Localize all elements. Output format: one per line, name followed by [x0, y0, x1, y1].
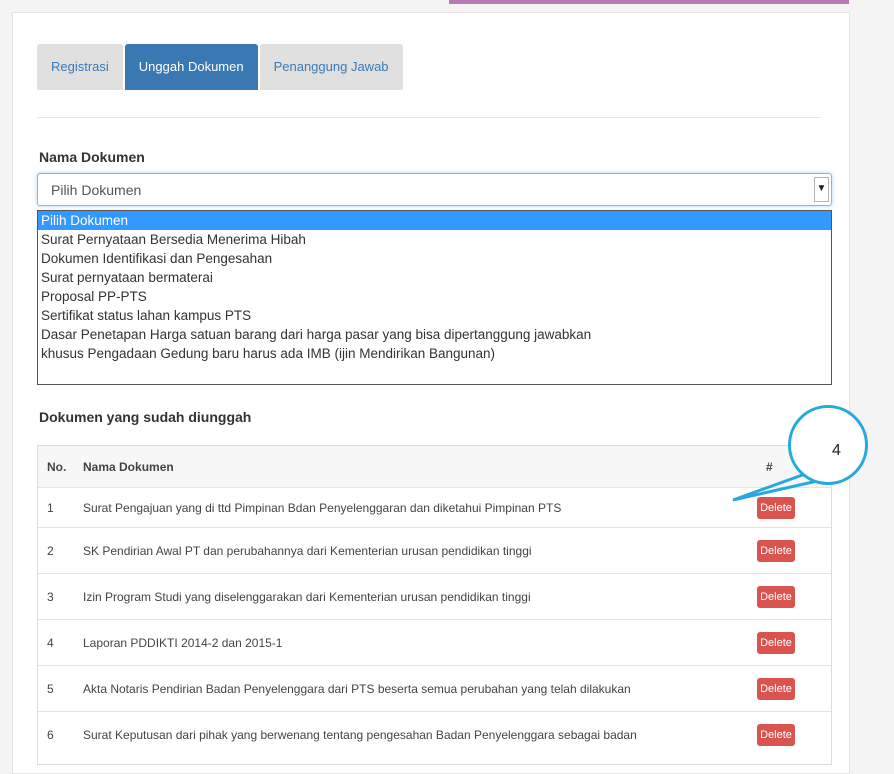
document-dropdown-list: Pilih Dokumen Surat Pernyataan Bersedia … [37, 210, 832, 385]
table-row: 2 SK Pendirian Awal PT dan perubahannya … [38, 527, 831, 574]
dropdown-option[interactable]: khusus Pengadaan Gedung baru harus ada I… [38, 344, 831, 363]
uploaded-documents-table: No. Nama Dokumen # 1 Surat Pengajuan yan… [37, 445, 832, 765]
row-document-name: SK Pendirian Awal PT dan perubahannya da… [83, 544, 532, 558]
nama-dokumen-select[interactable]: Pilih Dokumen ▼ [37, 173, 832, 206]
dropdown-option[interactable]: Dasar Penetapan Harga satuan barang dari… [38, 325, 831, 344]
header-name: Nama Dokumen [83, 459, 174, 474]
callout-circle [788, 405, 868, 485]
row-no: 4 [47, 636, 54, 650]
dropdown-option[interactable]: Surat Pernyataan Bersedia Menerima Hibah [38, 230, 831, 249]
tab-registrasi[interactable]: Registrasi [37, 44, 123, 90]
row-no: 3 [47, 590, 54, 604]
delete-button[interactable]: Delete [757, 724, 795, 746]
table-row: 4 Laporan PDDIKTI 2014-2 dan 2015-1 Dele… [38, 619, 831, 666]
dropdown-option[interactable]: Dokumen Identifikasi dan Pengesahan [38, 249, 831, 268]
dropdown-option[interactable]: Pilih Dokumen [38, 211, 831, 230]
row-document-name: Akta Notaris Pendirian Badan Penyelengga… [83, 682, 631, 696]
delete-button[interactable]: Delete [757, 632, 795, 654]
row-no: 1 [47, 501, 54, 515]
main-panel: Registrasi Unggah Dokumen Penanggung Jaw… [12, 12, 850, 774]
chevron-down-icon[interactable]: ▼ [814, 177, 829, 202]
table-row: 5 Akta Notaris Pendirian Badan Penyeleng… [38, 665, 831, 712]
table-header-row: No. Nama Dokumen # [38, 446, 831, 487]
row-document-name: Izin Program Studi yang diselenggarakan … [83, 590, 531, 604]
table-row: 6 Surat Keputusan dari pihak yang berwen… [38, 711, 831, 758]
tab-unggah-dokumen[interactable]: Unggah Dokumen [124, 44, 258, 90]
delete-button[interactable]: Delete [757, 540, 795, 562]
tab-penanggung-jawab[interactable]: Penanggung Jawab [259, 44, 403, 90]
row-document-name: Surat Keputusan dari pihak yang berwenan… [83, 728, 637, 742]
header-no: No. [47, 459, 67, 474]
select-current-value: Pilih Dokumen [51, 182, 142, 198]
header-action: # [766, 459, 773, 474]
callout-number: 4 [832, 442, 841, 459]
table-row: 3 Izin Program Studi yang diselenggaraka… [38, 573, 831, 620]
dropdown-option[interactable]: Sertifikat status lahan kampus PTS [38, 306, 831, 325]
tab-bar: Registrasi Unggah Dokumen Penanggung Jaw… [37, 44, 403, 90]
nama-dokumen-label: Nama Dokumen [39, 149, 145, 165]
delete-button[interactable]: Delete [757, 586, 795, 608]
row-document-name: Laporan PDDIKTI 2014-2 dan 2015-1 [83, 636, 283, 650]
dropdown-option[interactable]: Surat pernyataan bermaterai [38, 268, 831, 287]
row-no: 6 [47, 728, 54, 742]
delete-button[interactable]: Delete [757, 678, 795, 700]
uploaded-section-title: Dokumen yang sudah diunggah [39, 409, 252, 425]
row-no: 2 [47, 544, 54, 558]
row-document-name: Surat Pengajuan yang di ttd Pimpinan Bda… [83, 501, 562, 515]
top-accent-bar [449, 0, 849, 4]
row-no: 5 [47, 682, 54, 696]
dropdown-option[interactable]: Proposal PP-PTS [38, 287, 831, 306]
delete-button[interactable]: Delete [757, 497, 795, 519]
table-row: 1 Surat Pengajuan yang di ttd Pimpinan B… [38, 487, 831, 528]
divider [37, 117, 821, 118]
